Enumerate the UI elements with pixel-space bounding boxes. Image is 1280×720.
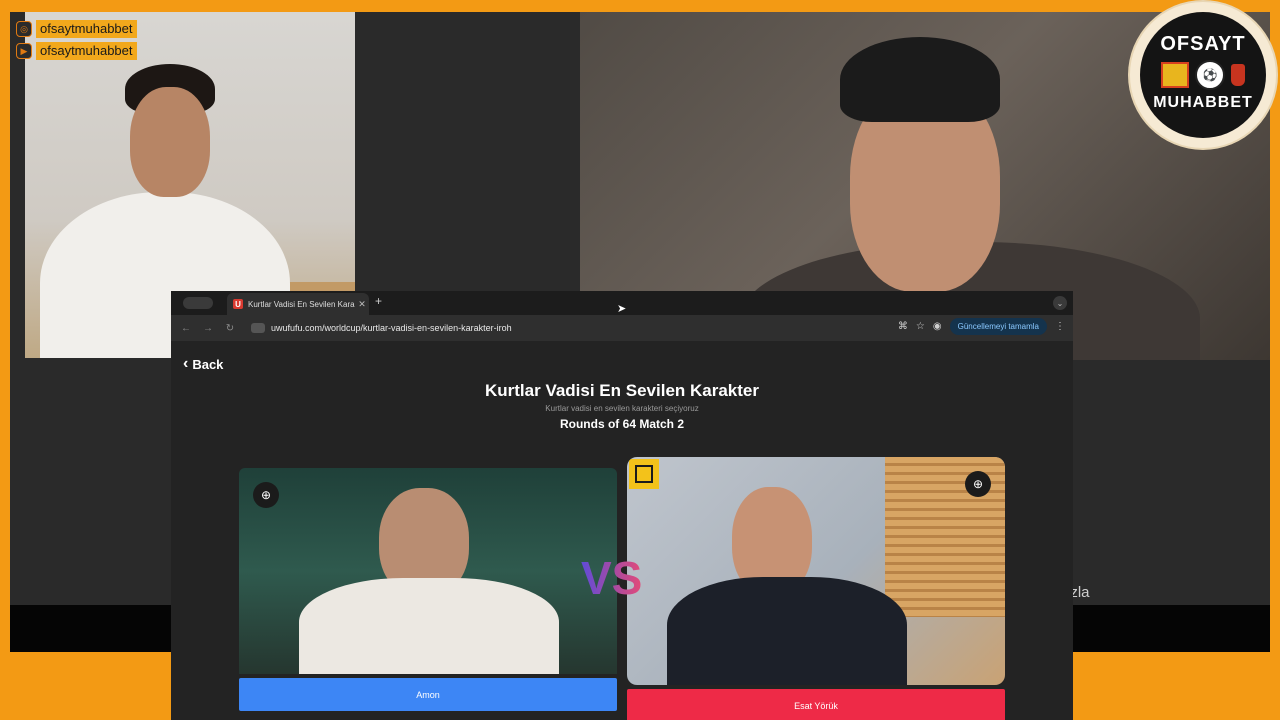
mouse-cursor-icon: ➤	[617, 303, 627, 315]
channel-logo: OFSAYT ⚽ MUHABBET	[1130, 2, 1276, 148]
youtube-icon: ▶	[16, 43, 32, 59]
social-handle-youtube: ▶ ofsaytmuhabbet	[16, 42, 137, 60]
back-arrow-icon[interactable]: ←	[175, 323, 197, 334]
profile-icon[interactable]: ◉	[933, 321, 942, 332]
page-title: Kurtlar Vadisi En Sevilen Karakter	[484, 381, 759, 400]
logo-top-text: OFSAYT	[1160, 32, 1246, 55]
address-bar[interactable]: uwufufu.com/worldcup/kurtlar-vadisi-en-s…	[251, 318, 901, 338]
forward-arrow-icon[interactable]: →	[197, 323, 219, 334]
menu-kebab-icon[interactable]: ⋮	[1055, 321, 1065, 332]
new-tab-icon[interactable]: +	[375, 294, 382, 308]
vote-button-right[interactable]: Esat Yörük	[627, 689, 1005, 720]
face	[130, 87, 210, 197]
close-tab-icon[interactable]: ✕	[355, 299, 369, 310]
tv-channel-badge	[629, 459, 659, 489]
instagram-icon: ◎	[16, 21, 32, 37]
bookmark-star-icon[interactable]: ☆	[916, 321, 925, 332]
social-handle-text: ofsaytmuhabbet	[36, 20, 137, 38]
tab-groups-button[interactable]	[183, 297, 213, 309]
tea-glass-icon	[1231, 63, 1245, 86]
back-label: Back	[192, 356, 224, 372]
url-text: uwufufu.com/worldcup/kurtlar-vadisi-en-s…	[271, 323, 512, 333]
zoom-in-icon[interactable]: ⊕	[253, 482, 279, 508]
dark-suit	[667, 577, 907, 685]
social-handle-text: ofsaytmuhabbet	[36, 42, 137, 60]
soccer-ball-icon: ⚽	[1195, 59, 1225, 90]
reload-icon[interactable]: ↻	[219, 323, 241, 334]
update-button[interactable]: Güncellemeyi tamamla	[949, 318, 1047, 335]
social-handle-instagram: ◎ ofsaytmuhabbet	[16, 20, 137, 38]
site-info-icon[interactable]	[251, 323, 265, 333]
black-cap	[840, 37, 1000, 122]
candidate-image-left[interactable]: ⊕	[239, 468, 617, 674]
tab-title: Kurtlar Vadisi En Sevilen Karakter	[248, 299, 355, 309]
browser-window: U Kurtlar Vadisi En Sevilen Karakter ✕ +…	[171, 291, 1073, 720]
vote-button-left[interactable]: Amon	[239, 678, 617, 711]
flag-icon	[1161, 61, 1189, 88]
candidate-image-right[interactable]: ⊕	[627, 457, 1005, 685]
site-favicon-icon: U	[233, 299, 243, 309]
tab-search-icon[interactable]: ⌄	[1053, 296, 1067, 310]
chevron-left-icon: ‹	[183, 355, 189, 372]
zoom-in-icon[interactable]: ⊕	[965, 471, 991, 497]
round-info: Rounds of 64 Match 2	[559, 417, 684, 431]
versus-label: VS	[581, 552, 643, 604]
white-suit	[299, 578, 559, 674]
page-subtitle: Kurtlar vadisi en sevilen karakteri seçi…	[545, 404, 699, 413]
page-content: ‹ Back Kurtlar Vadisi En Sevilen Karakte…	[171, 341, 1073, 720]
logo-bottom-text: MUHABBET	[1153, 93, 1253, 111]
back-link[interactable]: ‹ Back	[183, 355, 223, 373]
tab-active[interactable]: U Kurtlar Vadisi En Sevilen Karakter ✕	[227, 293, 369, 315]
navigation-bar: ← → ↻ uwufufu.com/worldcup/kurtlar-vadis…	[171, 315, 1073, 341]
translate-icon[interactable]: ⌘	[898, 321, 908, 332]
